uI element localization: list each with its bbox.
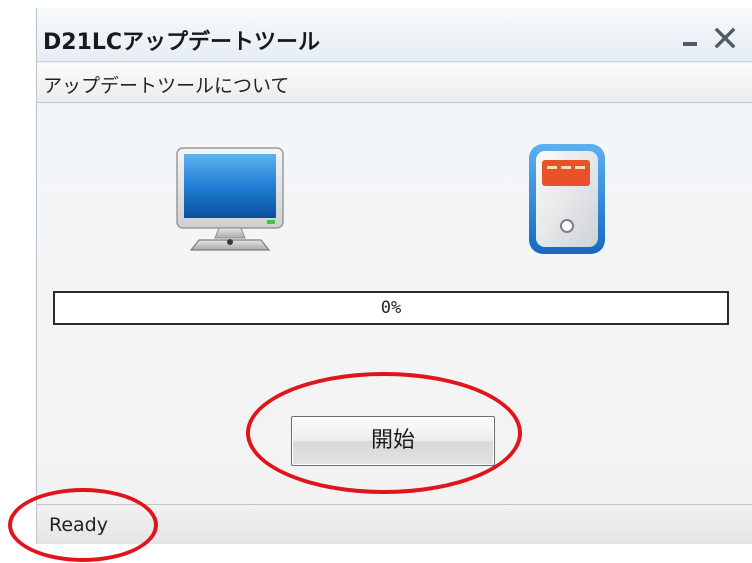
usb-device-icon — [529, 144, 605, 254]
status-bar: Ready — [37, 504, 752, 544]
close-icon — [714, 27, 736, 49]
status-text: Ready — [49, 514, 108, 536]
minimize-button[interactable] — [675, 28, 701, 48]
progress-bar: 0% — [53, 291, 729, 325]
computer-monitor-icon — [176, 147, 284, 251]
progress-text: 0% — [380, 298, 402, 318]
menu-bar: アップデートツールについて — [37, 63, 752, 103]
close-button[interactable] — [709, 24, 739, 52]
app-window: D21LCアップデートツール アップデートツールについて 0% 開始 Ready — [36, 8, 752, 544]
minimize-icon — [683, 42, 697, 46]
start-button[interactable]: 開始 — [291, 416, 495, 466]
title-bar[interactable]: D21LCアップデートツール — [37, 8, 752, 62]
menu-item-about[interactable]: アップデートツールについて — [39, 69, 293, 97]
window-title: D21LCアップデートツール — [43, 30, 321, 55]
